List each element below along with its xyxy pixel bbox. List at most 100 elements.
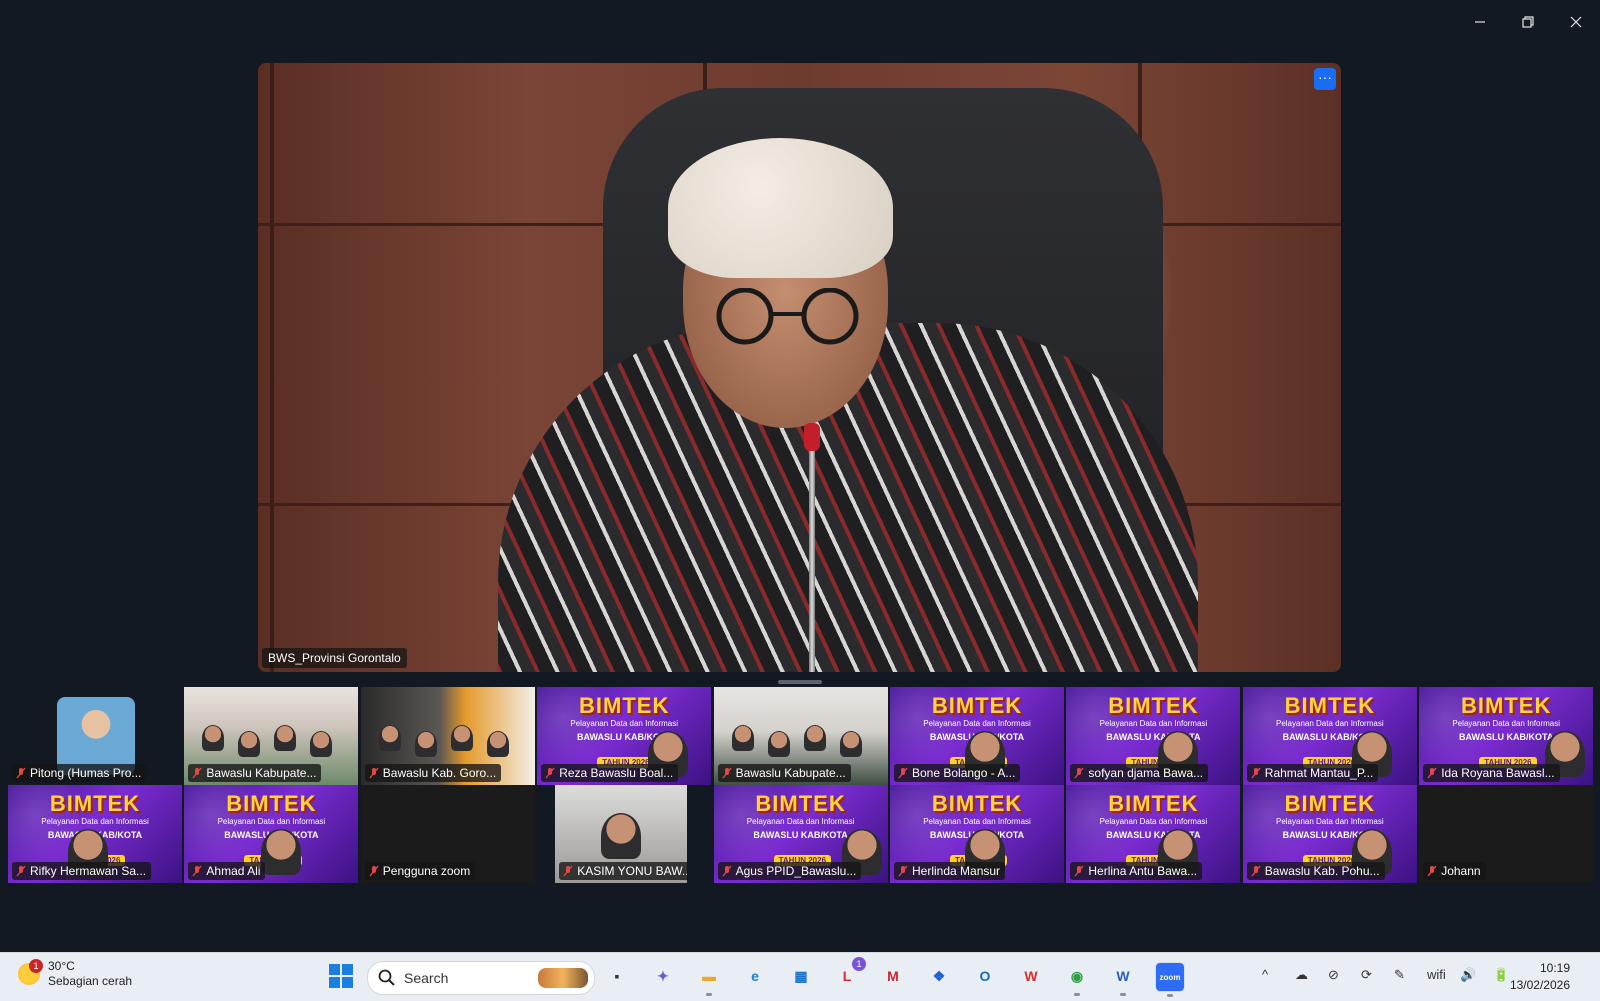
muted-mic-icon bbox=[1251, 865, 1261, 877]
clock[interactable]: 10:19 13/02/2026 bbox=[1510, 960, 1570, 994]
participant-tile[interactable]: BIMTEK Pelayanan Data dan Informasi BAWASL… bbox=[1419, 687, 1594, 785]
active-speaker-video[interactable]: ··· BWS_Provinsi Gorontalo bbox=[258, 63, 1341, 672]
bimtek-line: BAWASLU KAB/KOTA bbox=[1106, 830, 1201, 840]
glasses bbox=[716, 288, 859, 345]
file-explorer-glyph: ▬ bbox=[702, 968, 716, 984]
participant-tile[interactable]: BIMTEK Pelayanan Data dan Informasi BAWASL… bbox=[8, 785, 182, 883]
tray-icon[interactable]: ⟳ bbox=[1361, 967, 1372, 983]
participant-tile[interactable]: BIMTEK Pelayanan Data dan Informasi BAWASL… bbox=[1242, 687, 1417, 785]
participant-name-label: Bawaslu Kabupate... bbox=[717, 764, 851, 782]
ms-store-glyph: ▦ bbox=[794, 967, 808, 984]
participant-name: Pengguna zoom bbox=[382, 864, 471, 878]
participant-name: Herlinda Mansur bbox=[912, 864, 1001, 878]
participant-name: Rifky Hermawan Sa... bbox=[30, 864, 147, 878]
participant-tile[interactable]: KASIM YONU BAW... bbox=[555, 785, 688, 883]
participant-tile[interactable]: Pitong (Humas Pro... bbox=[8, 687, 182, 785]
ms-store-app-icon[interactable]: ▦ bbox=[787, 962, 815, 990]
copilot-glyph: ✦ bbox=[657, 967, 669, 984]
l-app-glyph: L bbox=[842, 968, 852, 984]
chrome-app-icon[interactable]: ◉ bbox=[1063, 962, 1091, 996]
tray-icon[interactable]: ☁ bbox=[1295, 967, 1308, 983]
muted-mic-icon bbox=[722, 767, 732, 779]
tray-icon[interactable]: ⊘ bbox=[1328, 967, 1339, 983]
tray-icon[interactable]: wifi bbox=[1427, 967, 1446, 982]
bimtek-title: BIMTEK bbox=[1284, 791, 1375, 816]
participant-video-person bbox=[274, 725, 297, 751]
participant-video-person bbox=[767, 731, 790, 757]
participant-tile[interactable]: BIMTEK Pelayanan Data dan Informasi BAWASL… bbox=[1066, 687, 1241, 785]
dropbox-app-icon[interactable]: ❖ bbox=[925, 962, 953, 990]
microphone-stand bbox=[809, 433, 815, 672]
participant-tile[interactable]: Bawaslu Kab. Goro... bbox=[360, 687, 535, 785]
participant-name-label: Pitong (Humas Pro... bbox=[12, 764, 147, 782]
participant-tile[interactable]: BIMTEK Pelayanan Data dan Informasi BAWASL… bbox=[1066, 785, 1241, 883]
close-icon[interactable] bbox=[1552, 8, 1600, 36]
running-indicator bbox=[1074, 993, 1080, 996]
participant-tile[interactable]: Johann bbox=[1419, 785, 1594, 883]
participant-name-label: Johann bbox=[1423, 862, 1486, 880]
wps-app-icon[interactable]: W bbox=[1017, 962, 1045, 990]
mcafee-app-icon[interactable]: M bbox=[879, 962, 907, 990]
tray-icon[interactable]: 🔊 bbox=[1460, 967, 1476, 983]
tray-icon[interactable]: ✎ bbox=[1394, 967, 1405, 983]
participant-tile[interactable]: Pengguna zoom bbox=[360, 785, 535, 883]
bimtek-subtitle: Pelayanan Data dan Informasi bbox=[923, 719, 1031, 728]
muted-mic-icon bbox=[722, 865, 732, 877]
participant-tile[interactable]: BIMTEK Pelayanan Data dan Informasi BAWASL… bbox=[890, 687, 1064, 785]
weather-temperature: 30°C bbox=[48, 959, 75, 973]
participant-tile[interactable]: BIMTEK Pelayanan Data dan Informasi BAWASL… bbox=[1242, 785, 1417, 883]
app-badge: 1 bbox=[852, 957, 866, 971]
participant-tile[interactable]: Bawaslu Kabupate... bbox=[713, 687, 888, 785]
bimtek-title: BIMTEK bbox=[1108, 693, 1199, 718]
participant-tile[interactable]: BIMTEK Pelayanan Data dan Informasi BAWASL… bbox=[537, 687, 712, 785]
tray-icon[interactable]: ^ bbox=[1262, 967, 1268, 982]
copilot-app-icon[interactable]: ✦ bbox=[649, 962, 677, 990]
word-app-icon[interactable]: W bbox=[1109, 962, 1137, 996]
participant-tile[interactable]: BIMTEK Pelayanan Data dan Informasi BAWASL… bbox=[713, 785, 888, 883]
zoom-app-icon[interactable]: zoom bbox=[1155, 962, 1185, 997]
participant-name: Bawaslu Kabupate... bbox=[735, 766, 846, 780]
taskbar-search[interactable]: Search bbox=[367, 961, 595, 995]
bimtek-title: BIMTEK bbox=[226, 791, 317, 816]
more-options-button[interactable]: ··· bbox=[1314, 68, 1336, 90]
wps-glyph: W bbox=[1024, 968, 1038, 984]
participant-name: Johann bbox=[1441, 864, 1481, 878]
search-highlight-image bbox=[538, 968, 588, 988]
bimtek-line: BAWASLU KAB/KOTA bbox=[1106, 732, 1201, 742]
participant-name: Ida Royana Bawasl... bbox=[1441, 766, 1555, 780]
search-placeholder: Search bbox=[404, 970, 449, 986]
windows-start-icon[interactable] bbox=[328, 963, 354, 989]
muted-mic-icon bbox=[898, 767, 908, 779]
participant-name-label: Ahmad Ali bbox=[188, 862, 266, 880]
bimtek-title: BIMTEK bbox=[49, 791, 141, 816]
weather-widget[interactable]: 1 30°C Sebagian cerah bbox=[18, 959, 132, 989]
participant-name-label: Rifky Hermawan Sa... bbox=[12, 862, 152, 880]
participant-name-label: KASIM YONU BAW... bbox=[559, 862, 688, 880]
participant-tile[interactable]: BIMTEK Pelayanan Data dan Informasi BAWASL… bbox=[184, 785, 359, 883]
participant-name: Bawaslu Kab. Goro... bbox=[382, 766, 497, 780]
participant-video-person bbox=[310, 731, 333, 757]
bimtek-subtitle: Pelayanan Data dan Informasi bbox=[1099, 817, 1208, 826]
participant-name-label: Bone Bolango - A... bbox=[894, 764, 1021, 782]
bimtek-subtitle: Pelayanan Data dan Informasi bbox=[217, 817, 326, 826]
edge-app-icon[interactable]: e bbox=[741, 962, 769, 990]
participant-name: Bone Bolango - A... bbox=[912, 766, 1016, 780]
muted-mic-icon bbox=[1074, 767, 1084, 779]
participant-name: Herlina Antu Bawa... bbox=[1088, 864, 1198, 878]
restore-icon[interactable] bbox=[1504, 8, 1552, 36]
resize-handle[interactable] bbox=[778, 680, 822, 684]
task-view-app-icon[interactable]: ▪ bbox=[603, 962, 631, 990]
muted-mic-icon bbox=[1251, 767, 1261, 779]
outlook-app-icon[interactable]: O bbox=[971, 962, 999, 990]
participant-tile[interactable]: Bawaslu Kabupate... bbox=[184, 687, 359, 785]
l-app-app-icon[interactable]: L1 bbox=[833, 957, 866, 990]
tray-icon[interactable]: 🔋 bbox=[1493, 967, 1509, 983]
participant-name: Pitong (Humas Pro... bbox=[30, 766, 142, 780]
participant-name-label: Ida Royana Bawasl... bbox=[1423, 764, 1560, 782]
participant-tile[interactable]: BIMTEK Pelayanan Data dan Informasi BAWASL… bbox=[890, 785, 1064, 883]
participant-name: Rahmat Mantau_P... bbox=[1264, 766, 1374, 780]
file-explorer-app-icon[interactable]: ▬ bbox=[695, 962, 723, 996]
minimize-icon[interactable] bbox=[1456, 8, 1504, 36]
participant-name: sofyan djama Bawa... bbox=[1088, 766, 1204, 780]
bimtek-subtitle: Pelayanan Data dan Informasi bbox=[1275, 719, 1384, 728]
